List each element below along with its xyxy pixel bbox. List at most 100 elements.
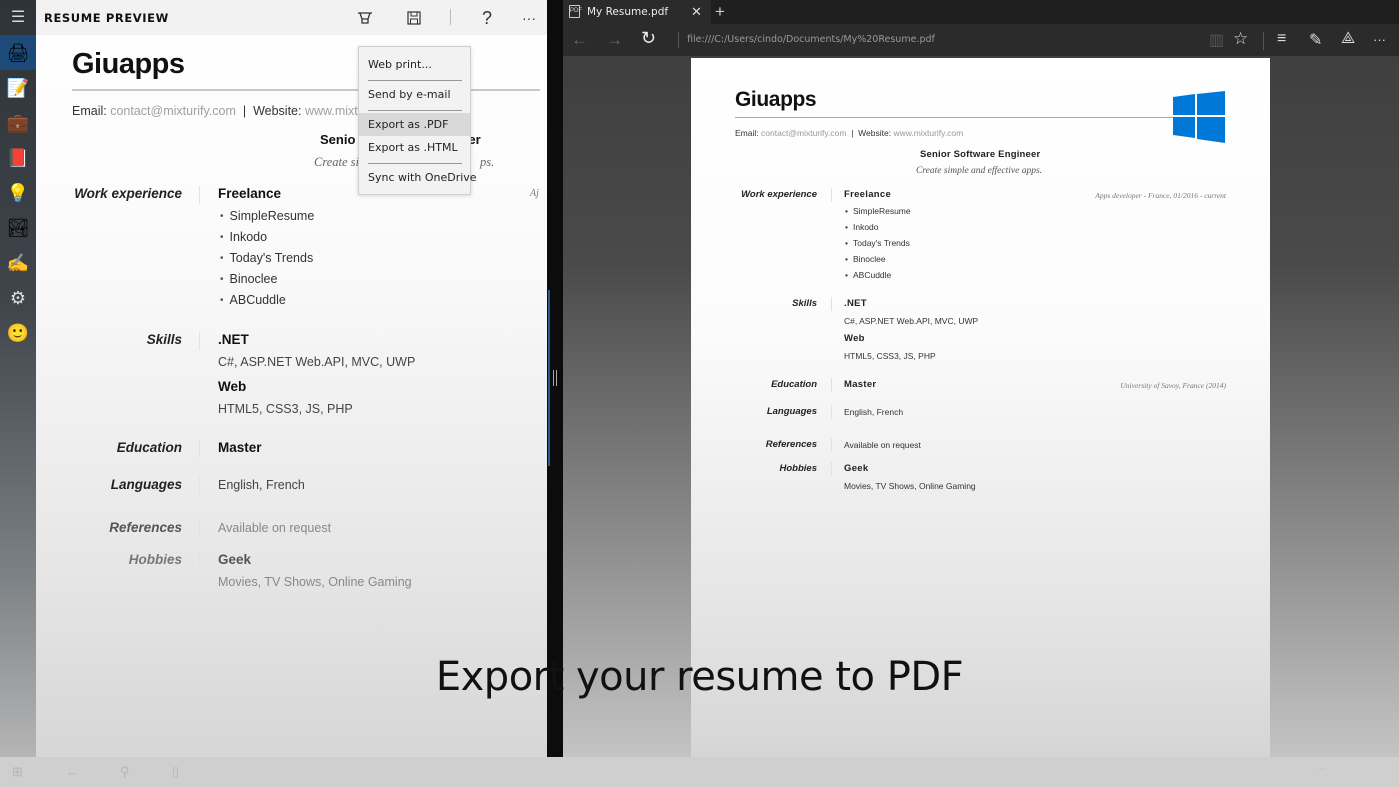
skill-group-items: C#, ASP.NET Web.API, MVC, UWP	[218, 355, 416, 369]
menu-item-send-email[interactable]: Send by e-mail	[359, 83, 470, 106]
sidebar-item-hobbies[interactable]: 🏞	[0, 210, 36, 245]
job-title: Senior Software Engineer	[920, 149, 1041, 160]
project-item: ABCuddle	[845, 270, 891, 280]
favorite-star-icon[interactable]: ☆	[1233, 29, 1248, 49]
header-divider	[450, 9, 451, 25]
forward-icon[interactable]: →	[606, 30, 623, 50]
section-label-skills: Skills	[792, 298, 817, 309]
skill-group-items: C#, ASP.NET Web.API, MVC, UWP	[844, 316, 979, 326]
email-label: Email:	[735, 128, 759, 138]
section-label-work: Work experience	[74, 186, 182, 201]
reading-view-icon[interactable]: ▥	[1209, 30, 1224, 50]
tab-title: My Resume.pdf	[587, 6, 669, 18]
project-item: Binoclee	[845, 254, 886, 264]
menu-item-export-html[interactable]: Export as .HTML	[359, 136, 470, 159]
hobbies-title: Geek	[844, 463, 869, 474]
menu-item-export-pdf[interactable]: Export as .PDF	[359, 113, 470, 136]
share-icon[interactable]: ⟁	[1341, 30, 1355, 48]
sidebar-item-about[interactable]: 🙂	[0, 315, 36, 350]
back-icon[interactable]: ←	[66, 764, 79, 779]
back-icon[interactable]: ←	[571, 30, 588, 50]
sidebar-item-work[interactable]: 💼	[0, 105, 36, 140]
close-tab-icon[interactable]: ✕	[691, 4, 702, 20]
section-divider	[831, 297, 832, 311]
task-view-icon[interactable]: ▯	[172, 764, 179, 780]
briefcase-icon: 💼	[6, 112, 30, 133]
search-icon[interactable]: ⚲	[120, 764, 130, 780]
splitter-grip-handle[interactable]	[553, 370, 557, 386]
clock: ...	[1318, 762, 1325, 771]
sidebar-item-references[interactable]: ✍	[0, 245, 36, 280]
tab-my-resume[interactable]: PDF My Resume.pdf ✕	[563, 0, 711, 24]
sidebar-item-settings[interactable]: ⚙	[0, 280, 36, 315]
sidebar-item-education[interactable]: 📕	[0, 140, 36, 175]
refresh-icon[interactable]: ↻	[641, 28, 656, 49]
sign-icon: ✍	[6, 252, 30, 273]
start-icon[interactable]: ⊞	[12, 764, 23, 780]
section-divider	[831, 378, 832, 392]
skill-group-name: .NET	[844, 298, 867, 309]
education-school: University of Savoy, France (2014)	[1120, 381, 1226, 390]
section-divider	[199, 332, 200, 350]
menu-item-sync-onedrive[interactable]: Sync with OneDrive	[359, 166, 477, 189]
skill-group-items: HTML5, CSS3, JS, PHP	[844, 351, 936, 361]
printer-icon: 🖨	[6, 42, 30, 63]
section-divider	[199, 186, 200, 204]
contact-separator: |	[851, 128, 854, 138]
section-divider	[831, 188, 832, 202]
book-icon: 📕	[6, 147, 30, 168]
section-divider	[199, 552, 200, 570]
menu-item-web-print[interactable]: Web print...	[359, 53, 470, 76]
tagline: Create simple and effective apps.	[916, 166, 1043, 176]
website-link[interactable]: www.mixturify.com	[893, 128, 963, 138]
save-icon	[407, 11, 421, 25]
hamburger-menu-icon[interactable]: ☰	[0, 0, 36, 35]
project-item: Inkodo	[845, 222, 879, 232]
project-item: Binoclee	[220, 272, 278, 286]
new-tab-button[interactable]: +	[715, 2, 725, 22]
project-item: Today's Trends	[220, 251, 314, 265]
save-button[interactable]	[403, 8, 425, 28]
email-link[interactable]: contact@mixturify.com	[761, 128, 846, 138]
app-sidebar: ☰ 🖨 📝 💼 📕 💡 🏞 ✍ ⚙ 🙂	[0, 0, 36, 757]
email-link[interactable]: contact@mixturify.com	[110, 104, 236, 118]
theme-button[interactable]	[354, 8, 376, 28]
languages-value: English, French	[218, 478, 305, 492]
menu-divider	[368, 80, 462, 81]
hobbies-icon: 🏞	[6, 217, 30, 238]
project-item: SimpleResume	[220, 209, 315, 223]
smiley-icon: 🙂	[6, 322, 30, 343]
help-icon: ?	[481, 7, 492, 28]
tab-bar: PDF My Resume.pdf ✕ +	[563, 0, 1399, 24]
sidebar-item-skills[interactable]: 💡	[0, 175, 36, 210]
promo-caption: Export your resume to PDF	[435, 654, 964, 700]
work-company: Freelance	[844, 189, 892, 200]
skill-group-name: .NET	[218, 332, 249, 347]
address-bar[interactable]: file:///C:/Users/cindo/Documents/My%20Re…	[687, 34, 935, 45]
nav-divider	[678, 32, 679, 48]
sidebar-item-profile[interactable]: 📝	[0, 70, 36, 105]
resume-name: Giuapps	[735, 88, 817, 111]
section-label-hobbies: Hobbies	[779, 463, 817, 474]
section-label-hobbies: Hobbies	[128, 552, 182, 567]
web-note-icon[interactable]: ✎	[1309, 30, 1322, 50]
work-company: Freelance	[218, 186, 282, 201]
resume-name: Giuapps	[72, 48, 185, 80]
work-role-clipped: Aj	[530, 188, 539, 199]
hobbies-title: Geek	[218, 552, 252, 567]
navigation-bar: ← → ↻ file:///C:/Users/cindo/Documents/M…	[563, 24, 1399, 56]
settings-icon: ⚙	[9, 287, 27, 308]
sidebar-item-preview[interactable]: 🖨	[0, 35, 36, 70]
more-button[interactable]: ···	[518, 8, 540, 28]
pdf-file-icon: PDF	[569, 5, 582, 18]
more-actions-icon[interactable]: ···	[1373, 32, 1386, 47]
education-degree: Master	[844, 379, 877, 390]
app-header: RESUME PREVIEW ? ···	[36, 0, 547, 35]
help-button[interactable]: ?	[476, 8, 498, 28]
section-label-education: Education	[116, 440, 182, 455]
section-label-work: Work experience	[741, 189, 817, 200]
scrollbar[interactable]	[548, 290, 550, 466]
page-title: RESUME PREVIEW	[44, 11, 169, 25]
hub-icon[interactable]: ≡	[1277, 30, 1286, 48]
section-label-skills: Skills	[146, 332, 182, 347]
